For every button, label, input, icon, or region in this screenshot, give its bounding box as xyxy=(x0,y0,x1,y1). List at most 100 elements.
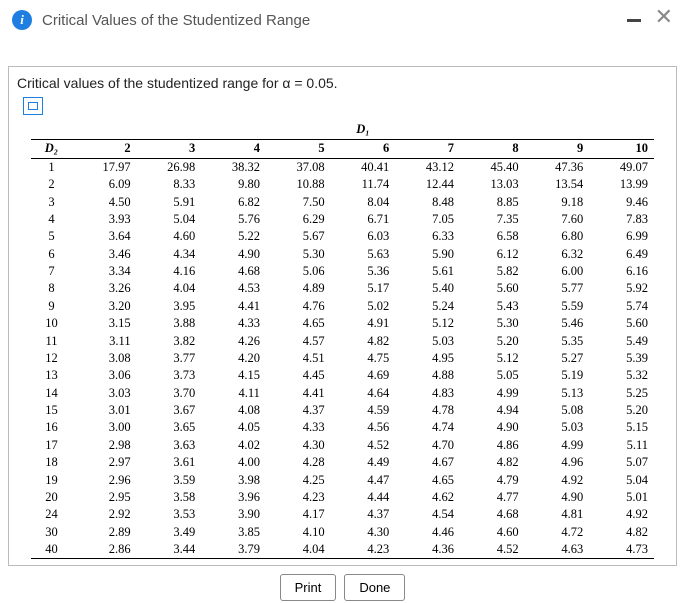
table-cell: 3.20 xyxy=(72,298,137,315)
table-cell: 3.88 xyxy=(137,315,202,332)
minimize-icon[interactable] xyxy=(627,19,641,22)
table-cell: 4.82 xyxy=(589,523,654,540)
row-header: 10 xyxy=(31,315,72,332)
table-cell: 4.70 xyxy=(395,437,460,454)
row-header: 30 xyxy=(31,523,72,540)
table-cell: 5.63 xyxy=(331,245,396,262)
table-cell: 5.76 xyxy=(201,211,266,228)
table-row: 402.863.443.794.044.234.364.524.634.73 xyxy=(31,541,654,559)
close-icon[interactable]: ✕ xyxy=(655,8,673,26)
table-cell: 5.67 xyxy=(266,228,331,245)
table-cell: 3.95 xyxy=(137,298,202,315)
table-cell: 4.23 xyxy=(331,541,396,559)
table-cell: 3.90 xyxy=(201,506,266,523)
table-cell: 4.37 xyxy=(331,506,396,523)
table-cell: 3.67 xyxy=(137,402,202,419)
table-cell: 4.51 xyxy=(266,350,331,367)
table-cell: 38.32 xyxy=(201,158,266,176)
column-header: 3 xyxy=(137,140,202,158)
table-cell: 4.64 xyxy=(331,384,396,401)
table-cell: 4.62 xyxy=(395,489,460,506)
column-header: 7 xyxy=(395,140,460,158)
table-cell: 5.30 xyxy=(460,315,525,332)
row-header: 7 xyxy=(31,263,72,280)
table-cell: 4.95 xyxy=(395,350,460,367)
table-cell: 6.09 xyxy=(72,176,137,193)
table-cell: 3.70 xyxy=(137,384,202,401)
table-cell: 4.82 xyxy=(331,332,396,349)
table-cell: 5.36 xyxy=(331,263,396,280)
table-cell: 4.50 xyxy=(72,193,137,210)
column-header: 9 xyxy=(525,140,590,158)
table-cell: 11.74 xyxy=(331,176,396,193)
table-cell: 2.96 xyxy=(72,471,137,488)
table-cell: 9.46 xyxy=(589,193,654,210)
table-cell: 4.74 xyxy=(395,419,460,436)
table-cell: 4.67 xyxy=(395,454,460,471)
table-cell: 5.77 xyxy=(525,280,590,297)
table-cell: 4.57 xyxy=(266,332,331,349)
table-row: 302.893.493.854.104.304.464.604.724.82 xyxy=(31,523,654,540)
table-cell: 3.58 xyxy=(137,489,202,506)
panel-caption: Critical values of the studentized range… xyxy=(9,67,676,95)
table-cell: 5.40 xyxy=(395,280,460,297)
print-button[interactable]: Print xyxy=(280,574,337,601)
table-cell: 5.91 xyxy=(137,193,202,210)
table-cell: 4.33 xyxy=(266,419,331,436)
table-cell: 4.36 xyxy=(395,541,460,559)
table-tool-icon[interactable] xyxy=(23,97,43,115)
d2-label: D₂ xyxy=(31,140,72,158)
table-cell: 4.88 xyxy=(395,367,460,384)
table-cell: 4.45 xyxy=(266,367,331,384)
table-cell: 5.92 xyxy=(589,280,654,297)
table-cell: 4.72 xyxy=(525,523,590,540)
table-cell: 3.96 xyxy=(201,489,266,506)
table-cell: 4.20 xyxy=(201,350,266,367)
table-cell: 5.15 xyxy=(589,419,654,436)
done-button[interactable]: Done xyxy=(344,574,405,601)
table-cell: 4.37 xyxy=(266,402,331,419)
table-cell: 3.46 xyxy=(72,245,137,262)
table-cell: 3.65 xyxy=(137,419,202,436)
row-header: 11 xyxy=(31,332,72,349)
table-cell: 3.44 xyxy=(137,541,202,559)
table-cell: 26.98 xyxy=(137,158,202,176)
table-cell: 8.33 xyxy=(137,176,202,193)
table-cell: 4.63 xyxy=(525,541,590,559)
table-cell: 4.52 xyxy=(331,437,396,454)
column-header: 2 xyxy=(72,140,137,158)
table-cell: 5.20 xyxy=(460,332,525,349)
table-cell: 6.49 xyxy=(589,245,654,262)
table-row: 113.113.824.264.574.825.035.205.355.49 xyxy=(31,332,654,349)
table-cell: 3.03 xyxy=(72,384,137,401)
table-row: 123.083.774.204.514.754.955.125.275.39 xyxy=(31,350,654,367)
table-cell: 3.85 xyxy=(201,523,266,540)
table-cell: 7.60 xyxy=(525,211,590,228)
table-cell: 6.80 xyxy=(525,228,590,245)
row-header: 12 xyxy=(31,350,72,367)
table-cell: 5.60 xyxy=(589,315,654,332)
table-cell: 4.92 xyxy=(589,506,654,523)
row-header: 17 xyxy=(31,437,72,454)
table-cell: 3.08 xyxy=(72,350,137,367)
table-cell: 5.32 xyxy=(589,367,654,384)
table-cell: 4.28 xyxy=(266,454,331,471)
table-cell: 5.49 xyxy=(589,332,654,349)
d1-label: D₁ xyxy=(72,121,654,140)
table-cell: 2.95 xyxy=(72,489,137,506)
table-cell: 4.75 xyxy=(331,350,396,367)
table-cell: 4.90 xyxy=(525,489,590,506)
info-icon: i xyxy=(12,10,32,30)
table-row: 143.033.704.114.414.644.834.995.135.25 xyxy=(31,384,654,401)
table-row: 153.013.674.084.374.594.784.945.085.20 xyxy=(31,402,654,419)
table-cell: 4.73 xyxy=(589,541,654,559)
row-header: 40 xyxy=(31,541,72,559)
table-cell: 3.06 xyxy=(72,367,137,384)
table-cell: 4.59 xyxy=(331,402,396,419)
table-cell: 4.52 xyxy=(460,541,525,559)
row-header: 16 xyxy=(31,419,72,436)
table-cell: 4.99 xyxy=(460,384,525,401)
content-panel: Critical values of the studentized range… xyxy=(8,66,677,566)
table-cell: 5.82 xyxy=(460,263,525,280)
table-cell: 4.02 xyxy=(201,437,266,454)
